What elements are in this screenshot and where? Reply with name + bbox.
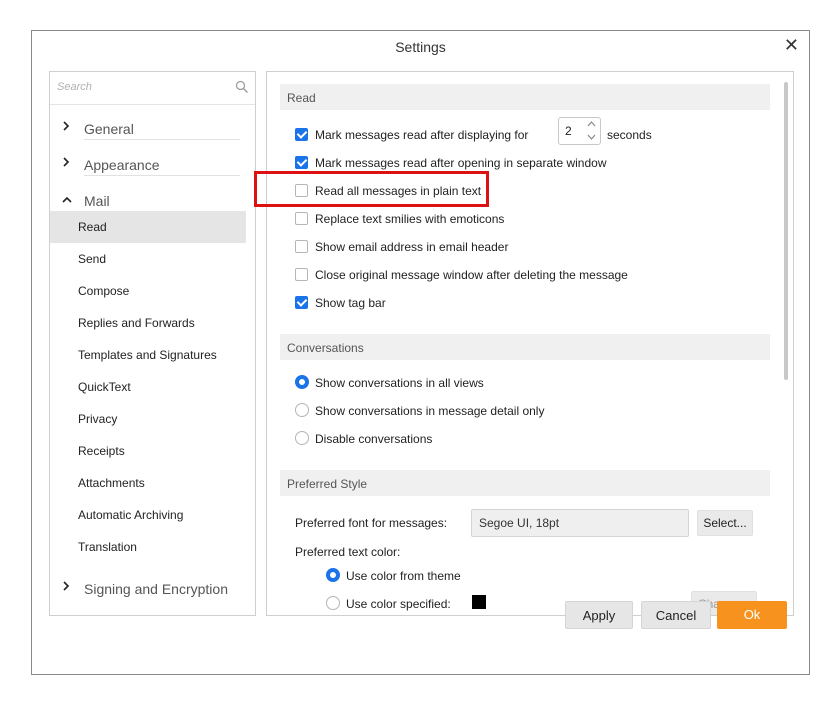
option-conversations-detail-only[interactable]: Show conversations in message detail onl… <box>295 401 695 421</box>
section-header-read: Read <box>280 84 770 110</box>
chevron-up-icon <box>62 193 72 207</box>
cancel-button[interactable]: Cancel <box>641 601 711 629</box>
sidebar-item-read[interactable]: Read <box>50 211 246 243</box>
sidebar-item-send[interactable]: Send <box>50 243 246 275</box>
checkbox-mark-read-separate-window[interactable] <box>295 156 308 169</box>
sidebar-item-receipts[interactable]: Receipts <box>50 435 246 467</box>
radio-color-specified[interactable] <box>326 596 340 610</box>
chevron-up-icon[interactable] <box>587 120 596 129</box>
section-header-conversations: Conversations <box>280 334 770 360</box>
font-field: Segoe UI, 18pt <box>471 509 689 537</box>
option-show-tag-bar[interactable]: Show tag bar <box>295 293 695 313</box>
checkbox-show-email-address[interactable] <box>295 240 308 253</box>
option-close-original-window[interactable]: Close original message window after dele… <box>295 265 715 285</box>
option-mark-read-separate-window[interactable]: Mark messages read after opening in sepa… <box>295 153 695 173</box>
search-box[interactable]: Search <box>50 72 255 105</box>
radio-disable-conversations[interactable] <box>295 431 309 445</box>
chevron-right-icon <box>62 157 70 170</box>
checkbox-close-original-window[interactable] <box>295 268 308 281</box>
divider <box>84 139 240 140</box>
settings-panel: Read Mark messages read after displaying… <box>266 71 794 616</box>
option-color-specified[interactable]: Use color specified: <box>326 594 466 614</box>
sidebar-section-label: Appearance <box>84 157 160 173</box>
sidebar-item-privacy[interactable]: Privacy <box>50 403 246 435</box>
settings-sidebar: Search General Appearance Mail Read Send… <box>49 71 256 616</box>
close-icon[interactable]: ✕ <box>784 35 799 56</box>
sidebar-section-label: Signing and Encryption <box>84 581 228 597</box>
sidebar-item-attachments[interactable]: Attachments <box>50 467 246 499</box>
checkbox-mark-read-after-display[interactable] <box>295 128 308 141</box>
chevron-down-icon[interactable] <box>587 133 596 142</box>
sidebar-section-label: General <box>84 121 134 137</box>
radio-conversations-all-views[interactable] <box>295 375 309 389</box>
checkbox-replace-smilies[interactable] <box>295 212 308 225</box>
highlight-box <box>254 171 489 207</box>
color-label: Preferred text color: <box>295 545 401 559</box>
chevron-right-icon <box>62 121 70 134</box>
radio-conversations-detail-only[interactable] <box>295 403 309 417</box>
section-header-preferred-style: Preferred Style <box>280 470 770 496</box>
sidebar-item-translation[interactable]: Translation <box>50 531 246 563</box>
seconds-stepper[interactable]: 2 <box>558 117 601 145</box>
sidebar-item-templates-signatures[interactable]: Templates and Signatures <box>50 339 246 371</box>
font-label: Preferred font for messages: <box>295 516 448 530</box>
sidebar-section-label: Mail <box>84 193 110 209</box>
color-swatch <box>472 595 486 609</box>
sidebar-item-automatic-archiving[interactable]: Automatic Archiving <box>50 499 246 531</box>
scrollbar-thumb[interactable] <box>784 82 788 380</box>
search-input[interactable]: Search <box>57 81 92 93</box>
option-show-email-address[interactable]: Show email address in email header <box>295 237 695 257</box>
option-conversations-all-views[interactable]: Show conversations in all views <box>295 373 695 393</box>
search-icon <box>235 80 249 97</box>
radio-color-from-theme[interactable] <box>326 568 340 582</box>
settings-dialog: Settings ✕ Search General Appearance Mai… <box>31 30 810 675</box>
option-mark-read-after-display[interactable]: Mark messages read after displaying for … <box>295 117 695 145</box>
checkbox-show-tag-bar[interactable] <box>295 296 308 309</box>
dialog-title: Settings <box>395 39 446 55</box>
chevron-right-icon <box>62 581 70 594</box>
option-disable-conversations[interactable]: Disable conversations <box>295 429 695 449</box>
select-font-button[interactable]: Select... <box>697 510 753 536</box>
apply-button[interactable]: Apply <box>565 601 633 629</box>
sidebar-section-signing-encryption[interactable]: Signing and Encryption <box>50 576 255 602</box>
option-replace-smilies[interactable]: Replace text smilies with emoticons <box>295 209 695 229</box>
ok-button[interactable]: Ok <box>717 601 787 629</box>
seconds-label: seconds <box>607 128 652 142</box>
divider <box>84 175 240 176</box>
sidebar-item-replies-forwards[interactable]: Replies and Forwards <box>50 307 246 339</box>
sidebar-item-compose[interactable]: Compose <box>50 275 246 307</box>
sidebar-item-quicktext[interactable]: QuickText <box>50 371 246 403</box>
option-color-from-theme[interactable]: Use color from theme <box>326 566 526 586</box>
